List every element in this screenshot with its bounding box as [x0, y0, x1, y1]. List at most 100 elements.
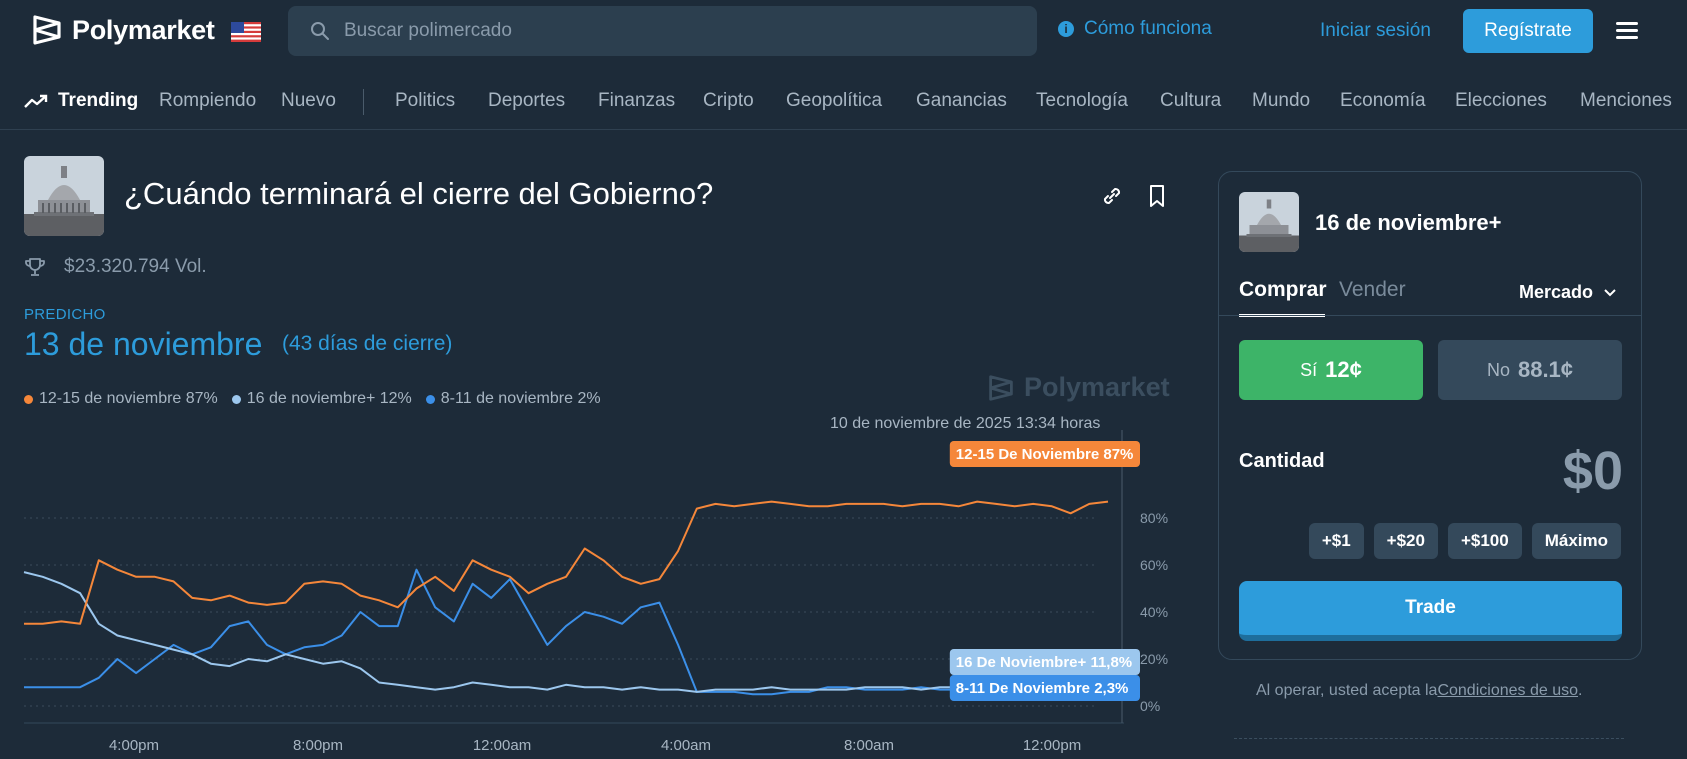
- series-line: [24, 500, 1109, 625]
- legend-item: 12-15 de noviembre 87%: [24, 390, 218, 408]
- capitol-building-icon: [1239, 192, 1299, 252]
- signup-button[interactable]: Regístrate: [1463, 9, 1593, 53]
- terms-suffix: .: [1578, 682, 1583, 699]
- predicted-value: 13 de noviembre: [24, 326, 263, 362]
- max-button[interactable]: Máximo: [1531, 523, 1621, 559]
- y-tick-label: 0%: [1140, 698, 1160, 714]
- nav-item-ganancias[interactable]: Ganancias: [916, 90, 1007, 112]
- price-chart[interactable]: 80% 60% 40% 20% 0% 4:00pm 8:00pm 12:00am 4:00am 8…: [0, 430, 1180, 759]
- nav-item-menciones[interactable]: Menciones: [1580, 90, 1672, 112]
- nav-item-mundo[interactable]: Mundo: [1252, 90, 1310, 112]
- top-bar: Polymarket i Cómo funciona Iniciar sesió…: [0, 0, 1687, 62]
- legend-label: 16 de noviembre+ 12%: [246, 390, 412, 407]
- nav-item-rompiendo[interactable]: Rompiendo: [159, 90, 256, 112]
- y-tick-label: 40%: [1140, 604, 1168, 620]
- nav-item-nuevo[interactable]: Nuevo: [281, 90, 336, 112]
- nav-item-finanzas[interactable]: Finanzas: [598, 90, 675, 112]
- nav-item-politics[interactable]: Politics: [395, 90, 455, 112]
- nav-item-geopolitica[interactable]: Geopolítica: [786, 90, 882, 112]
- series-end-label: 8-11 De Noviembre 2,3%: [956, 680, 1129, 697]
- brand-logo[interactable]: Polymarket: [32, 14, 215, 46]
- tab-buy[interactable]: Comprar: [1239, 278, 1327, 302]
- x-tick-label: 4:00am: [661, 737, 711, 754]
- series-line: [23, 571, 1108, 693]
- legend-item: 8-11 de noviembre 2%: [425, 390, 601, 408]
- capitol-building-icon: [24, 156, 104, 236]
- search-input[interactable]: [344, 20, 984, 42]
- chart-legend: 12-15 de noviembre 87% 16 de noviembre+ …: [24, 390, 605, 408]
- amount-label: Cantidad: [1239, 450, 1325, 472]
- trade-panel: 16 de noviembre+ Comprar Vender Mercado …: [1218, 171, 1642, 660]
- watermark-text: Polymarket: [1024, 372, 1170, 402]
- brand-name: Polymarket: [72, 14, 215, 45]
- y-tick-label: 20%: [1140, 651, 1168, 667]
- legend-label: 12-15 de noviembre 87%: [39, 390, 218, 407]
- search-icon: [311, 22, 329, 40]
- x-tick-label: 12:00am: [473, 737, 531, 754]
- panel-divider: [1219, 315, 1641, 316]
- x-tick-label: 12:00pm: [1023, 737, 1081, 754]
- polymarket-logo-icon: [33, 15, 61, 45]
- polymarket-logo-icon: [989, 374, 1013, 401]
- x-tick-label: 4:00pm: [109, 737, 159, 754]
- no-price: 88.1¢: [1517, 357, 1574, 382]
- add-100-button[interactable]: +$100: [1447, 523, 1522, 559]
- how-it-works-link[interactable]: i Cómo funciona: [1058, 18, 1212, 40]
- series-end-label: 16 De Noviembre+ 11,8%: [956, 654, 1132, 671]
- us-flag-icon[interactable]: [231, 22, 261, 42]
- outcome-title: 16 de noviembre+: [1315, 210, 1502, 235]
- nav-item-elecciones[interactable]: Elecciones: [1455, 90, 1547, 112]
- terms-notice: Al operar, usted acepta laCondiciones de…: [1256, 682, 1582, 700]
- nav-item-cultura[interactable]: Cultura: [1160, 90, 1221, 112]
- yes-label: Sí: [1300, 359, 1318, 380]
- trade-button[interactable]: Trade: [1239, 581, 1622, 641]
- add-1-button[interactable]: +$1: [1308, 523, 1364, 559]
- amount-input[interactable]: $0: [1563, 440, 1623, 502]
- dotted-divider: [1234, 738, 1624, 739]
- order-type-label: Mercado: [1519, 282, 1594, 302]
- nav-item-economia[interactable]: Economía: [1340, 90, 1426, 112]
- outcome-image: [1239, 192, 1299, 252]
- amount-chips: +$1 +$20 +$100 Máximo: [1308, 523, 1621, 559]
- nav-trending[interactable]: Trending: [24, 90, 138, 112]
- order-type-dropdown[interactable]: Mercado: [1519, 282, 1617, 303]
- hamburger-menu-icon[interactable]: [1616, 22, 1638, 40]
- x-tick-label: 8:00am: [844, 737, 894, 754]
- market-image: [24, 156, 104, 236]
- info-icon: i: [1058, 21, 1074, 37]
- no-label: No: [1486, 359, 1510, 380]
- tab-sell[interactable]: Vender: [1339, 278, 1406, 302]
- terms-link[interactable]: Condiciones de uso: [1437, 682, 1578, 699]
- chevron-down-icon: [1604, 288, 1616, 296]
- series-line: [24, 568, 1109, 696]
- x-tick-label: 8:00pm: [293, 737, 343, 754]
- terms-prefix: Al operar, usted acepta la: [1256, 682, 1438, 699]
- bookmark-icon[interactable]: [1146, 184, 1168, 208]
- yes-button[interactable]: Sí 12¢: [1239, 340, 1423, 400]
- login-link[interactable]: Iniciar sesión: [1320, 20, 1431, 42]
- legend-item: 16 de noviembre+ 12%: [231, 390, 412, 408]
- predicted-label: PREDICHO: [24, 306, 106, 323]
- nav-item-cripto[interactable]: Cripto: [703, 90, 754, 112]
- copy-link-icon[interactable]: [1100, 184, 1124, 208]
- no-button[interactable]: No 88.1¢: [1438, 340, 1622, 400]
- category-nav: Trending Rompiendo Nuevo Politics Deport…: [0, 74, 1687, 130]
- market-title: ¿Cuándo terminará el cierre del Gobierno…: [124, 176, 714, 211]
- nav-divider: [363, 89, 364, 115]
- how-it-works-label: Cómo funciona: [1084, 18, 1212, 39]
- volume-info: $23.320.794 Vol.: [24, 256, 207, 278]
- y-tick-label: 60%: [1140, 557, 1168, 573]
- nav-trending-label: Trending: [58, 90, 139, 111]
- chart-watermark: Polymarket: [988, 372, 1170, 403]
- add-20-button[interactable]: +$20: [1373, 523, 1438, 559]
- search-bar[interactable]: [288, 6, 1037, 56]
- legend-label: 8-11 de noviembre 2%: [440, 390, 601, 407]
- series-end-label: 12-15 De Noviembre 87%: [956, 446, 1134, 463]
- nav-item-tecnologia[interactable]: Tecnología: [1036, 90, 1128, 112]
- predicted-subtext: (43 días de cierre): [282, 332, 453, 355]
- trending-icon: [24, 94, 48, 108]
- volume-value: $23.320.794 Vol.: [64, 256, 207, 277]
- nav-item-deportes[interactable]: Deportes: [488, 90, 565, 112]
- yes-price: 12¢: [1325, 357, 1362, 382]
- y-tick-label: 80%: [1140, 510, 1168, 526]
